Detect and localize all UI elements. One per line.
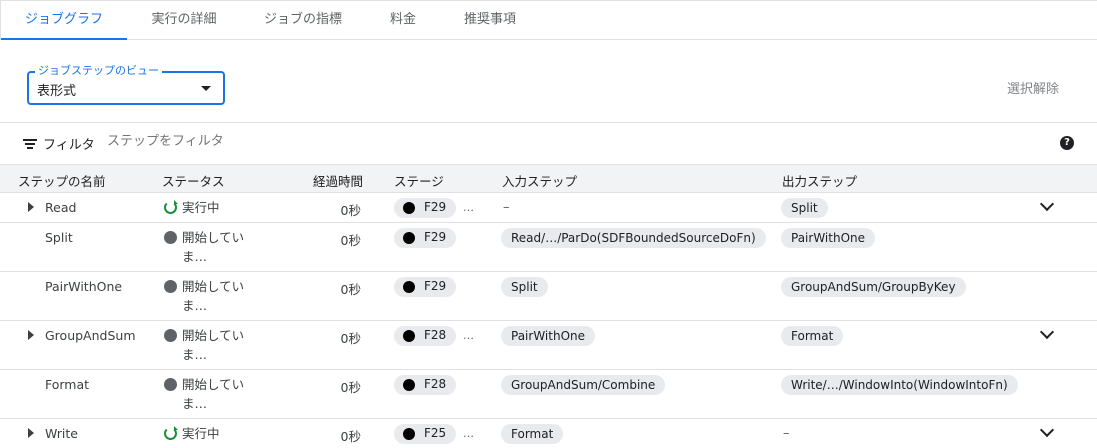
chevron-down-icon[interactable] [1039,422,1055,438]
column-header-elapsed[interactable]: 経過時間 [313,171,363,190]
output-step-chip[interactable]: Format [781,326,844,346]
stage-dot-icon [403,379,415,391]
elapsed-time: 0秒 [340,282,361,297]
tab-execution-details[interactable]: 実行の詳細 [139,1,229,40]
tab-recommendations[interactable]: 推奨事項 [451,1,529,40]
table-row[interactable]: Write 実行中 0秒 F25 … Format – [0,419,1097,448]
filter-icon[interactable] [23,139,37,149]
stage-chip[interactable]: F29 [394,228,456,248]
step-name[interactable]: PairWithOne [45,279,122,294]
tab-job-graph[interactable]: ジョブグラフ [1,1,127,40]
input-step-chip[interactable]: PairWithOne [501,326,595,346]
stage-chip[interactable]: F25 [394,424,456,444]
status-text: 実行中 [182,200,220,215]
elapsed-time: 0秒 [340,233,361,248]
filter-label[interactable]: フィルタ [43,134,95,153]
chevron-down-icon[interactable] [1039,196,1055,212]
input-steps-empty: – [503,200,510,215]
output-step-chip[interactable]: Split [781,198,828,218]
column-header-step-name[interactable]: ステップの名前 [18,171,106,190]
input-step-chip[interactable]: Read/…/ParDo(SDFBoundedSourceDoFn) [501,228,766,248]
step-name[interactable]: Format [45,377,89,392]
table-row[interactable]: PairWithOne 開始していま… 0秒 F29 Split GroupAndSum/… [0,272,1097,321]
output-steps-empty: – [783,426,790,441]
output-step-chip[interactable]: Write/…/WindowInto(WindowIntoFn) [781,375,1018,395]
column-header-input-steps[interactable]: 入力ステップ [502,171,577,190]
elapsed-time: 0秒 [340,331,361,346]
step-name[interactable]: GroupAndSum [45,328,136,343]
tab-bar: ジョブグラフ 実行の詳細 ジョブの指標 料金 推奨事項 [0,0,1097,40]
column-header-status[interactable]: ステータス [162,171,225,190]
input-step-chip[interactable]: GroupAndSum/Combine [501,375,666,395]
dropdown-arrow-icon [201,86,211,91]
column-header-stage[interactable]: ステージ [394,171,444,190]
table-row[interactable]: GroupAndSum 開始していま… 0秒 F28 … PairWithOne Forma… [0,321,1097,370]
pending-icon [164,280,177,293]
input-step-chip[interactable]: Split [501,277,548,297]
status-text: 実行中 [182,426,220,441]
clear-selection-button[interactable]: 選択解除 [1007,78,1059,97]
more-stages[interactable]: … [463,427,474,440]
status-text: 開始していま… [182,328,245,362]
job-step-view-select[interactable]: ジョブステップのビュー 表形式 [27,64,225,105]
expand-arrow-icon[interactable] [28,330,34,340]
stage-chip[interactable]: F29 [394,198,456,218]
more-stages[interactable]: … [463,201,474,214]
elapsed-time: 0秒 [340,380,361,395]
output-step-chip[interactable]: PairWithOne [781,228,875,248]
table-row[interactable]: Split 開始していま… 0秒 F29 Read/…/ParDo(SDFBounded… [0,223,1097,272]
stage-label: F25 [424,426,447,440]
chevron-down-icon[interactable] [1039,324,1055,340]
output-step-chip[interactable]: GroupAndSum/GroupByKey [781,277,966,297]
stage-dot-icon [403,281,415,293]
stage-label: F28 [424,328,447,342]
stage-dot-icon [403,428,415,440]
select-value: 表形式 [37,84,77,99]
stage-chip[interactable]: F29 [394,277,456,297]
expand-arrow-icon[interactable] [28,428,34,438]
elapsed-time: 0秒 [340,203,361,218]
running-icon [164,426,178,440]
stage-chip[interactable]: F28 [394,326,456,346]
help-icon[interactable]: ? [1060,136,1074,150]
stage-label: F29 [424,230,447,244]
pending-icon [164,378,177,391]
tab-cost[interactable]: 料金 [377,1,429,40]
stage-chip[interactable]: F28 [394,375,456,395]
stage-dot-icon [403,202,415,214]
step-name[interactable]: Write [45,426,78,441]
pending-icon [164,329,177,342]
table-row[interactable]: Format 開始していま… 0秒 F28 GroupAndSum/Combine Wri… [0,370,1097,419]
table-row[interactable]: Read 実行中 0秒 F29 … – Split [0,193,1097,223]
more-stages[interactable]: … [463,329,474,342]
stage-dot-icon [403,232,415,244]
elapsed-time: 0秒 [340,429,361,444]
table-header: ステップの名前 ステータス 経過時間 ステージ 入力ステップ 出力ステップ [0,164,1097,193]
tab-job-metrics[interactable]: ジョブの指標 [253,1,353,40]
pending-icon [164,231,177,244]
input-step-chip[interactable]: Format [501,424,564,444]
filter-bar: フィルタ [0,122,1097,164]
step-name[interactable]: Split [45,230,73,245]
status-text: 開始していま… [182,279,245,313]
stage-dot-icon [403,330,415,342]
select-label: ジョブステップのビュー [35,64,162,78]
column-header-output-steps[interactable]: 出力ステップ [782,171,857,190]
stage-label: F28 [424,377,447,391]
running-icon [164,200,178,214]
status-text: 開始していま… [182,230,245,264]
stage-label: F29 [424,279,447,293]
filter-input[interactable] [107,134,407,149]
status-text: 開始していま… [182,377,245,411]
stage-label: F29 [424,200,447,214]
expand-arrow-icon[interactable] [28,202,34,212]
step-name[interactable]: Read [45,200,76,215]
